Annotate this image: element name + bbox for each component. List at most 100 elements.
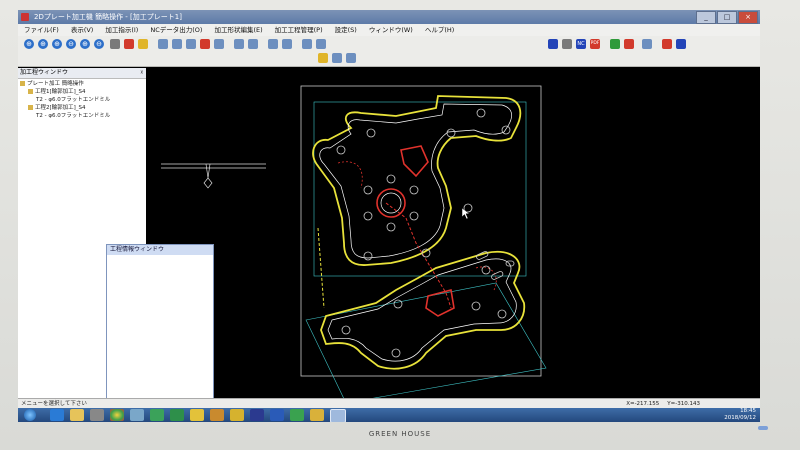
close-button[interactable]: × (738, 11, 758, 24)
nc-output-icon[interactable]: NC (576, 39, 586, 49)
zoom-out-icon[interactable]: ⊖ (66, 39, 76, 49)
process-info-window[interactable]: 工程情報ウィンドウ (106, 244, 214, 404)
pan-icon[interactable] (110, 39, 120, 49)
app-icon (21, 13, 29, 21)
cut-path-arc (337, 161, 363, 189)
zoom-fit-icon[interactable]: ⊕ (80, 39, 90, 49)
menu-settings[interactable]: 設定(S) (329, 24, 363, 36)
add-icon[interactable] (200, 39, 210, 49)
menu-process[interactable]: 加工工程管理(P) (269, 24, 329, 36)
media-icon[interactable] (90, 409, 104, 421)
tree-item-process-1[interactable]: 工程1[輪郭加工]_S4 (20, 88, 144, 96)
drive-icon[interactable] (150, 409, 164, 421)
delete-icon[interactable] (662, 39, 672, 49)
status-message: メニューを選択して下さい (21, 401, 87, 407)
active-app-icon[interactable] (330, 409, 346, 422)
windows-taskbar: 18:45 2018/09/12 (18, 408, 760, 422)
zoom-in-icon[interactable]: ⊕ (24, 39, 34, 49)
process-list-icon[interactable] (248, 39, 258, 49)
menu-nc-output[interactable]: NCデータ出力(O) (144, 24, 208, 36)
stock-outline (300, 85, 542, 377)
mouse-cursor-icon (461, 207, 471, 220)
panel-pin-icon[interactable]: ᵡ (140, 68, 143, 78)
new-doc-icon[interactable] (158, 39, 168, 49)
tool-list-icon[interactable] (282, 39, 292, 49)
machine-icon[interactable] (214, 39, 224, 49)
process-icon (28, 105, 33, 110)
toolbar: ⊕ ⊕ ⊕ ⊖ ⊕ ⊖ NC PDF (18, 36, 760, 67)
window-title: 2Dプレート加工機 簡略操作 - [加工プレート1] (34, 13, 182, 21)
window-titlebar: 2Dプレート加工機 簡略操作 - [加工プレート1] _ □ × (18, 10, 760, 24)
system-tray: 18:45 2018/09/12 (724, 408, 756, 421)
tree-item-process-2[interactable]: 工程2[輪郭加工]_S4 (20, 104, 144, 112)
app-icon-orange[interactable] (210, 409, 224, 421)
start-button[interactable] (24, 409, 36, 421)
process-tree: プレート加工 簡略操作 工程1[輪郭加工]_S4 T2 - φ6.0フラットエン… (18, 79, 146, 121)
center-bore-inner (380, 192, 402, 214)
tree-panel-title: 加工程ウィンドウ ᵡ (18, 68, 146, 79)
menu-window[interactable]: ウィンドウ(W) (363, 24, 419, 36)
process-icon (28, 89, 33, 94)
zoom-area-icon[interactable]: ⊕ (52, 39, 62, 49)
folder-icon (20, 81, 25, 86)
menu-bar: ファイル(F) 表示(V) 加工指示(I) NCデータ出力(O) 加工形状編集(… (18, 24, 760, 36)
upper-part-outline (312, 95, 522, 266)
list-icon[interactable] (642, 39, 652, 49)
menu-edit-shape[interactable]: 加工形状編集(E) (208, 24, 268, 36)
pdf-output-icon[interactable]: PDF (590, 39, 600, 49)
explorer-icon[interactable] (70, 409, 84, 421)
menu-view[interactable]: 表示(V) (65, 24, 100, 36)
app-icon-blue[interactable] (250, 409, 264, 421)
sim-options-icon[interactable] (316, 39, 326, 49)
menu-file[interactable]: ファイル(F) (18, 24, 65, 36)
print-icon[interactable] (346, 53, 356, 63)
excel-icon[interactable] (170, 409, 184, 421)
menu-help[interactable]: ヘルプ(H) (419, 24, 460, 36)
ie-icon[interactable] (50, 409, 64, 421)
lead-in-line (317, 227, 325, 309)
menu-machining[interactable]: 加工指示(I) (99, 24, 144, 36)
tray-date: 2018/09/12 (724, 414, 756, 421)
zoom-window-icon[interactable]: ⊕ (38, 39, 48, 49)
tree-item-root[interactable]: プレート加工 簡略操作 (20, 80, 144, 88)
process-icon[interactable] (234, 39, 244, 49)
lower-part-outline (320, 250, 526, 370)
info-icon[interactable] (676, 39, 686, 49)
redraw-icon[interactable] (124, 39, 134, 49)
tool-icon[interactable] (268, 39, 278, 49)
app-icon-yellow[interactable] (190, 409, 204, 421)
save-icon[interactable] (332, 53, 342, 63)
lower-stock-bound (305, 282, 547, 398)
power-indicator-icon (758, 426, 768, 430)
measure-icon[interactable] (186, 39, 196, 49)
app-icon-green[interactable] (290, 409, 304, 421)
tree-item-tool-1[interactable]: T2 - φ6.0フラットエンドミル (20, 96, 144, 104)
upper-part-toolpath (319, 103, 512, 259)
layer-icon[interactable] (172, 39, 182, 49)
window-controls: _ □ × (696, 11, 758, 24)
app-icon-gold[interactable] (230, 409, 244, 421)
upper-stock-bound (313, 101, 527, 277)
upper-pocket (400, 145, 429, 178)
grid-icon[interactable] (562, 39, 572, 49)
cad-canvas[interactable] (146, 68, 760, 398)
app-icon-cad[interactable] (310, 409, 324, 421)
word-icon[interactable] (270, 409, 284, 421)
maximize-button[interactable]: □ (717, 11, 737, 24)
tree-item-tool-2[interactable]: T2 - φ6.0フラットエンドミル (20, 112, 144, 120)
undo-icon[interactable] (610, 39, 620, 49)
bolt-circle (363, 174, 419, 232)
zoom-prev-icon[interactable]: ⊖ (94, 39, 104, 49)
minimize-button[interactable]: _ (696, 11, 716, 24)
settings-gear-icon[interactable] (548, 39, 558, 49)
hand-icon[interactable] (138, 39, 148, 49)
mounting-holes (336, 108, 511, 358)
screen: 2Dプレート加工機 簡略操作 - [加工プレート1] _ □ × ファイル(F)… (18, 10, 760, 422)
sim-icon[interactable] (302, 39, 312, 49)
monitor-brand: GREEN HOUSE (368, 430, 432, 438)
redo-icon[interactable] (624, 39, 634, 49)
process-info-title: 工程情報ウィンドウ (107, 245, 213, 255)
open-folder-icon[interactable] (318, 53, 328, 63)
chrome-icon[interactable] (110, 409, 124, 421)
photo-icon[interactable] (130, 409, 144, 421)
